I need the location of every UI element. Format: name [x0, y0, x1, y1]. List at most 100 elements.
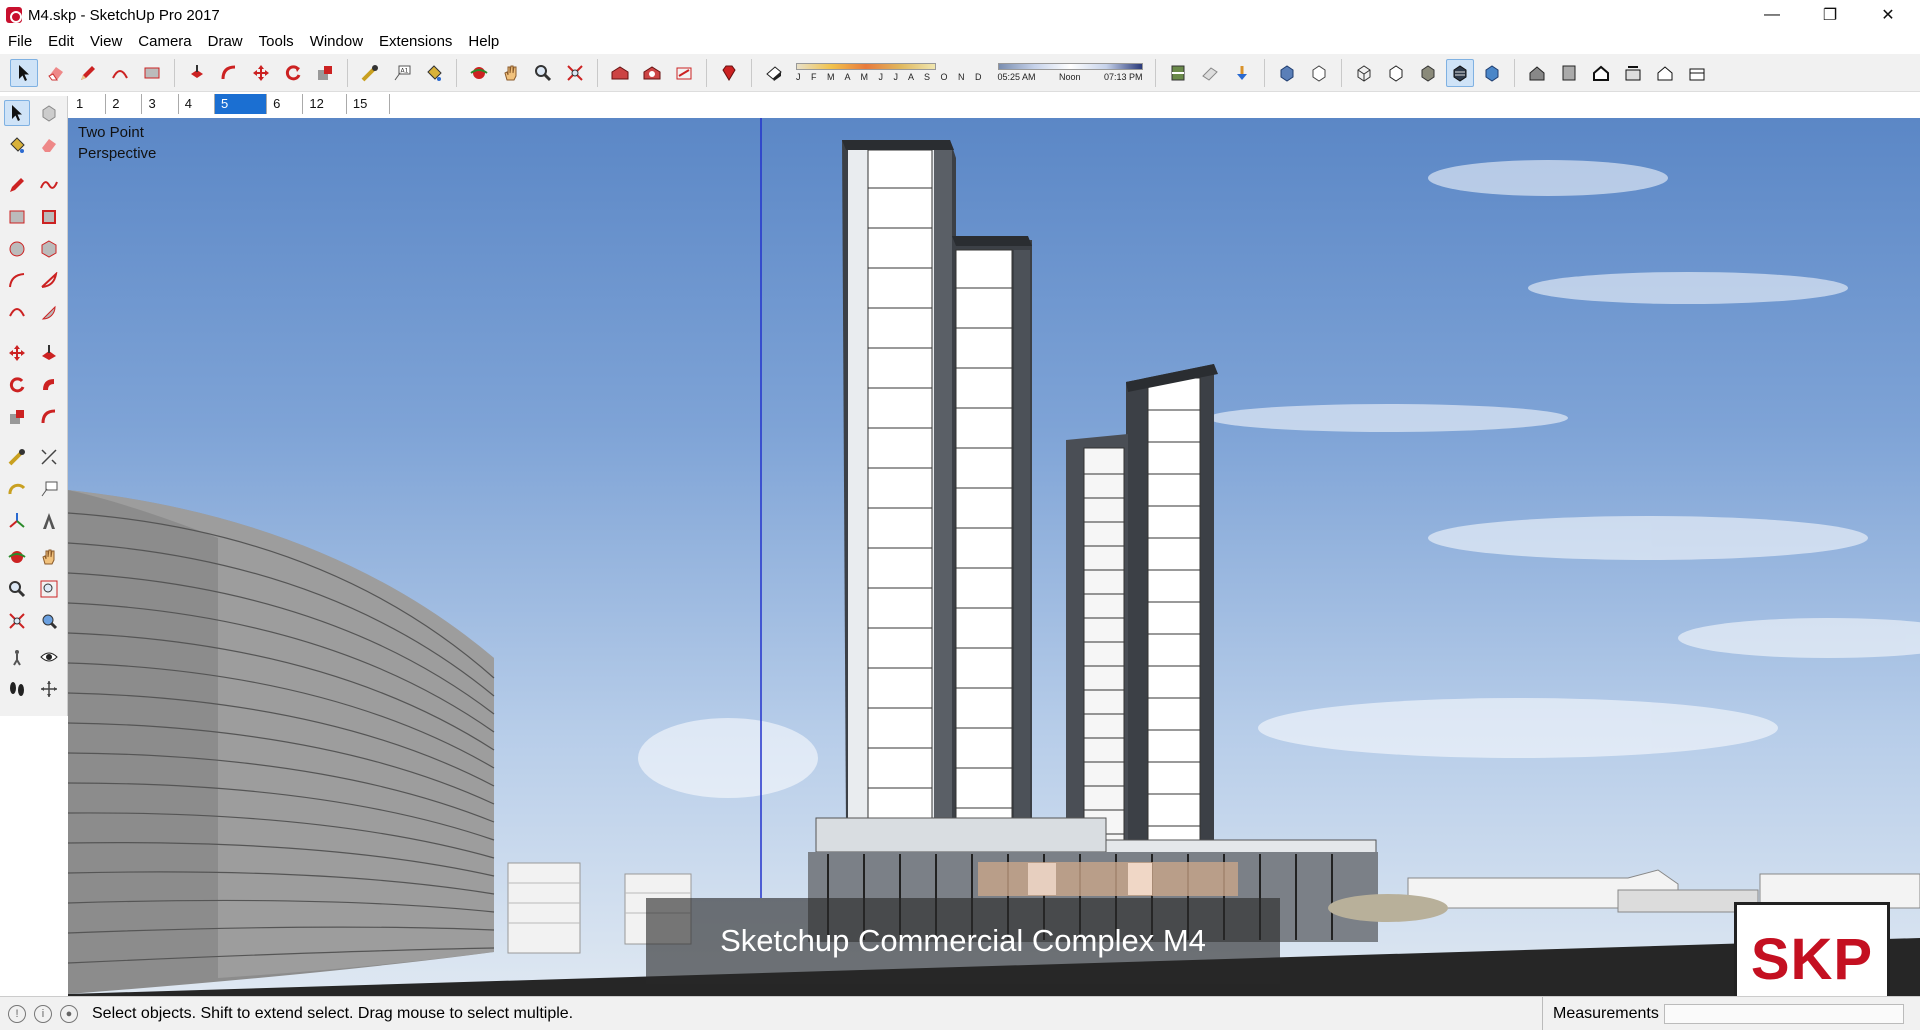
- menu-edit[interactable]: Edit: [40, 30, 82, 54]
- section-fill-button[interactable]: [1228, 59, 1256, 87]
- zoom-extents-button[interactable]: [561, 59, 589, 87]
- shadow-time-slider[interactable]: 05:25 AM Noon 07:13 PM: [997, 63, 1143, 82]
- previous-view-tool[interactable]: [36, 608, 62, 634]
- scene-tab-2[interactable]: 2: [106, 94, 143, 114]
- position-camera-tool[interactable]: [4, 644, 30, 670]
- zoom-button[interactable]: [529, 59, 557, 87]
- date-slider-bar[interactable]: [796, 63, 936, 70]
- look-around-tool[interactable]: [36, 644, 62, 670]
- menu-window[interactable]: Window: [302, 30, 371, 54]
- two-point-arc-tool[interactable]: [36, 268, 62, 294]
- polygon-tool[interactable]: [36, 236, 62, 262]
- walk-tool[interactable]: [4, 676, 30, 702]
- follow-me-tool[interactable]: [36, 372, 62, 398]
- back-edges-button[interactable]: [1305, 59, 1333, 87]
- section-plane-tool[interactable]: [36, 676, 62, 702]
- wireframe-style-button[interactable]: [1350, 59, 1378, 87]
- tape-measure-tool[interactable]: [4, 444, 30, 470]
- shadows-toggle-button[interactable]: [760, 59, 788, 87]
- select-tool-button[interactable]: [10, 58, 38, 87]
- right-view-button[interactable]: [1619, 59, 1647, 87]
- menu-draw[interactable]: Draw: [200, 30, 251, 54]
- rectangle-tool-button[interactable]: [138, 59, 166, 87]
- minimize-button[interactable]: —: [1742, 0, 1802, 30]
- rotated-rectangle-tool[interactable]: [36, 204, 62, 230]
- measurements-input[interactable]: [1664, 1004, 1904, 1024]
- paint-bucket-button[interactable]: [420, 59, 448, 87]
- shadow-date-slider[interactable]: J F M A M J J A S O N D: [796, 63, 986, 82]
- scene-tab-6[interactable]: 6: [267, 94, 304, 114]
- dimension-tool[interactable]: [36, 444, 62, 470]
- scene-tab-12[interactable]: 12: [303, 94, 347, 114]
- move-tool[interactable]: [4, 340, 30, 366]
- scale-tool-button[interactable]: [311, 59, 339, 87]
- offset-tool[interactable]: [36, 404, 62, 430]
- axes-tool[interactable]: [4, 508, 30, 534]
- zoom-window-tool[interactable]: [36, 576, 62, 602]
- protractor-tool[interactable]: [4, 476, 30, 502]
- scene-tab-15[interactable]: 15: [347, 94, 391, 114]
- eraser-tool[interactable]: [36, 132, 62, 158]
- iso-view-button[interactable]: [1523, 59, 1551, 87]
- menu-file[interactable]: File: [0, 30, 40, 54]
- 3d-warehouse-button[interactable]: [606, 59, 634, 87]
- section-plane-button[interactable]: [1164, 59, 1192, 87]
- three-point-arc-tool[interactable]: [4, 300, 30, 326]
- line-tool-button[interactable]: [74, 59, 102, 87]
- orbit-tool[interactable]: [4, 544, 30, 570]
- line-tool[interactable]: [4, 172, 30, 198]
- paint-bucket-tool[interactable]: [4, 132, 30, 158]
- pan-button[interactable]: [497, 59, 525, 87]
- push-pull-tool-button[interactable]: [183, 59, 211, 87]
- xray-style-button[interactable]: [1273, 59, 1301, 87]
- back-view-button[interactable]: [1651, 59, 1679, 87]
- pie-tool[interactable]: [36, 300, 62, 326]
- pan-tool[interactable]: [36, 544, 62, 570]
- zoom-tool[interactable]: [4, 576, 30, 602]
- user-account-icon[interactable]: ●: [60, 1004, 78, 1023]
- shaded-textures-style-button[interactable]: [1445, 58, 1474, 87]
- section-display-button[interactable]: [1196, 59, 1224, 87]
- orbit-button[interactable]: [465, 59, 493, 87]
- rectangle-tool[interactable]: [4, 204, 30, 230]
- make-component-tool[interactable]: [36, 100, 62, 126]
- text-tool[interactable]: [36, 476, 62, 502]
- freehand-tool[interactable]: [36, 172, 62, 198]
- zoom-extents-tool[interactable]: [4, 608, 30, 634]
- left-view-button[interactable]: [1683, 59, 1711, 87]
- credits-icon[interactable]: i: [34, 1004, 52, 1023]
- rotate-tool-button[interactable]: [279, 59, 307, 87]
- menu-view[interactable]: View: [82, 30, 130, 54]
- move-tool-button[interactable]: [247, 59, 275, 87]
- push-pull-tool[interactable]: [36, 340, 62, 366]
- scene-tab-1[interactable]: 1: [70, 94, 107, 114]
- scene-tab-3[interactable]: 3: [142, 94, 179, 114]
- time-slider-bar[interactable]: [997, 63, 1143, 70]
- top-view-button[interactable]: [1555, 59, 1583, 87]
- tape-measure-button[interactable]: [356, 59, 384, 87]
- scene-tab-5[interactable]: 5: [214, 94, 268, 114]
- arc-tool[interactable]: [4, 268, 30, 294]
- menu-extensions[interactable]: Extensions: [371, 30, 460, 54]
- select-tool[interactable]: [4, 100, 30, 126]
- hidden-line-style-button[interactable]: [1382, 59, 1410, 87]
- restore-button[interactable]: ❐: [1800, 0, 1860, 30]
- model-viewport[interactable]: Two Point Perspective Sketchup Commercia…: [68, 118, 1920, 996]
- ruby-console-button[interactable]: [715, 59, 743, 87]
- geo-location-icon[interactable]: !: [8, 1004, 26, 1023]
- eraser-tool-button[interactable]: [42, 59, 70, 87]
- circle-tool[interactable]: [4, 236, 30, 262]
- 3d-text-tool[interactable]: [36, 508, 62, 534]
- share-model-button[interactable]: [638, 59, 666, 87]
- menu-camera[interactable]: Camera: [130, 30, 199, 54]
- scene-tab-4[interactable]: 4: [179, 94, 215, 114]
- text-tool-button[interactable]: A1: [388, 59, 416, 87]
- offset-tool-button[interactable]: [215, 59, 243, 87]
- shaded-style-button[interactable]: [1414, 59, 1442, 87]
- arc-tool-button[interactable]: [106, 59, 134, 87]
- rotate-tool[interactable]: [4, 372, 30, 398]
- close-button[interactable]: ✕: [1858, 0, 1918, 30]
- monochrome-style-button[interactable]: [1478, 59, 1506, 87]
- menu-tools[interactable]: Tools: [251, 30, 302, 54]
- extension-warehouse-button[interactable]: [670, 59, 698, 87]
